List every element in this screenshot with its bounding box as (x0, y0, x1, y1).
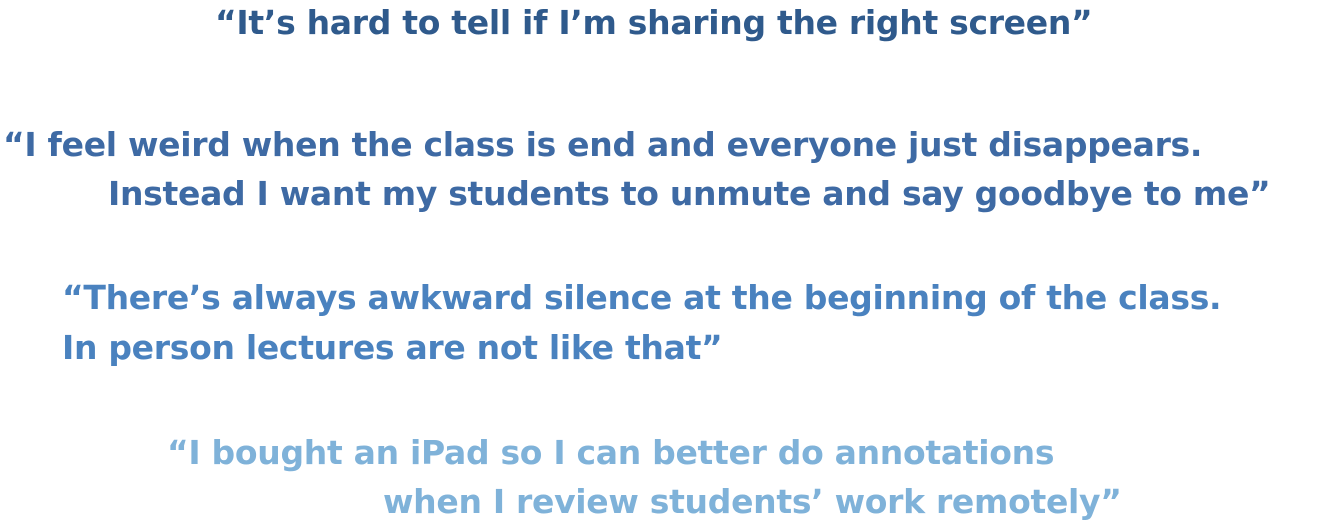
quote-4-line-1: “I bought an iPad so I can better do ann… (167, 433, 1055, 472)
quote-4-line-2: when I review students’ work remotely” (383, 482, 1122, 521)
quote-3-line-2: In person lectures are not like that” (62, 328, 723, 367)
quote-2-line-2: Instead I want my students to unmute and… (108, 174, 1271, 213)
quote-3-line-1: “There’s always awkward silence at the b… (62, 278, 1222, 317)
quote-2-line-1: “I feel weird when the class is end and … (3, 125, 1203, 164)
quote-1-line-1: “It’s hard to tell if I’m sharing the ri… (215, 3, 1093, 42)
